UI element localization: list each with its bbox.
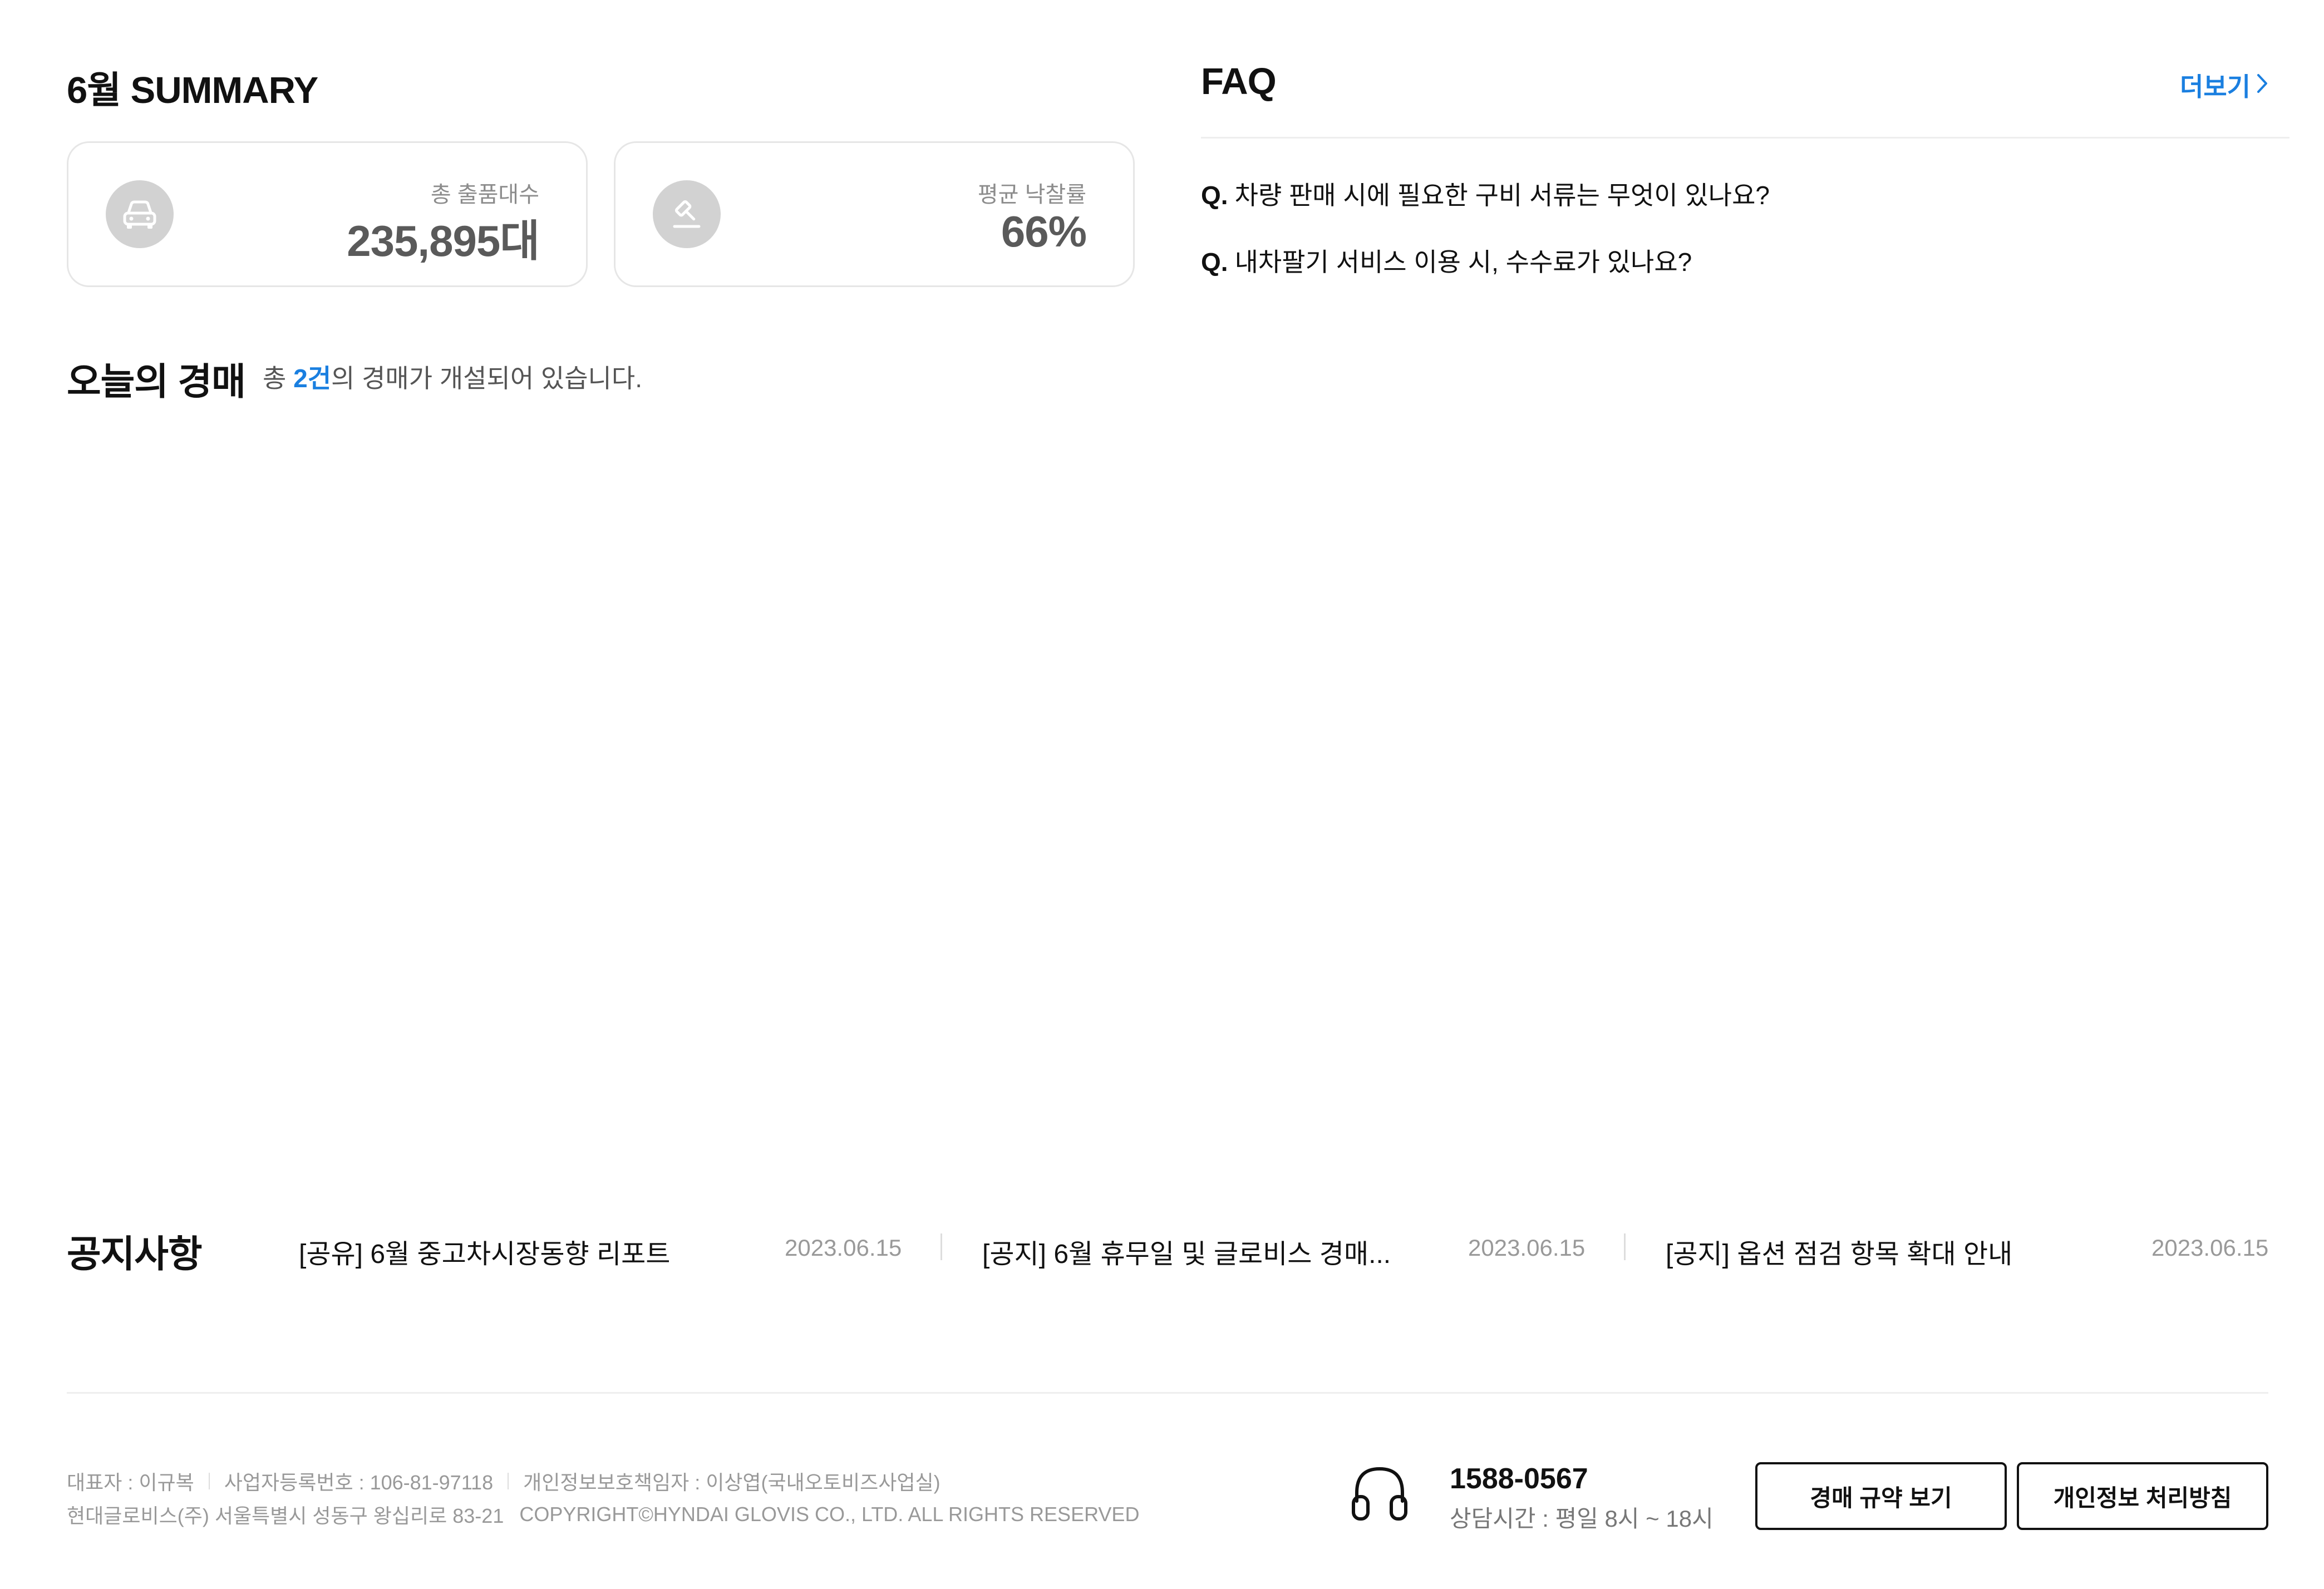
notice-separator: [941, 1233, 942, 1260]
cs-phone-number: 1588-0567: [1450, 1463, 1588, 1495]
summary-card-winrate: 평균 낙찰률 66%: [614, 141, 1135, 287]
footer-divider: [67, 1392, 2268, 1394]
cs-hours: 상담시간 : 평일 8시 ~ 18시: [1450, 1506, 1714, 1532]
winrate-label: 평균 낙찰률: [977, 182, 1086, 207]
today-count: 2건: [293, 364, 332, 393]
notice-link[interactable]: [공유] 6월 중고차시장동향 리포트: [299, 1232, 670, 1271]
faq-more-label: 더보기: [2180, 72, 2251, 101]
company-info-line2: 현대글로비스(주) 서울특별시 성동구 왕십리로 83-21 COPYRIGHT©…: [67, 1500, 1139, 1529]
biz-number: 사업자등록번호 : 106-81-97118: [224, 1471, 494, 1494]
today-prefix: 총: [263, 364, 294, 393]
car-icon: [106, 180, 174, 248]
copyright: COPYRIGHT©HYNDAI GLOVIS CO., LTD. ALL RI…: [519, 1503, 1140, 1526]
winrate-value: 66%: [1001, 207, 1087, 256]
privacy-officer: 개인정보보호책임자 : 이상엽(국내오토비즈사업실): [523, 1471, 941, 1494]
faq-more-link[interactable]: 더보기: [2180, 67, 2268, 103]
faq-title: FAQ: [1201, 61, 1277, 102]
faq-question: 내차팔기 서비스 이용 시, 수수료가 있나요?: [1234, 248, 1692, 277]
today-auction-title: 오늘의 경매: [67, 361, 246, 403]
notice-link[interactable]: [공지] 옵션 점검 항목 확대 안내: [1666, 1232, 2012, 1271]
listings-label: 총 출품대수: [430, 182, 539, 207]
today-auction-desc: 총 2건의 경매가 개설되어 있습니다.: [263, 358, 642, 395]
company-address: 현대글로비스(주) 서울특별시 성동구 왕십리로 83-21: [67, 1504, 504, 1527]
chevron-right-icon: [2256, 70, 2268, 100]
company-info-line1: 대표자 : 이규복 사업자등록번호 : 106-81-97118 개인정보보호책임자…: [67, 1467, 941, 1496]
notice-date: 2023.06.15: [2151, 1235, 2269, 1261]
today-suffix: 의 경매가 개설되어 있습니다.: [331, 364, 642, 393]
notice-date: 2023.06.15: [785, 1235, 902, 1261]
faq-question: 차량 판매 시에 필요한 구비 서류는 무엇이 있나요?: [1234, 181, 1770, 210]
listings-value: 235,895대: [347, 216, 540, 265]
ceo-info: 대표자 : 이규복: [67, 1471, 194, 1494]
summary-title: 6월 SUMMARY: [67, 70, 318, 111]
privacy-policy-button[interactable]: 개인정보 처리방침: [2017, 1462, 2268, 1530]
faq-q-mark: Q.: [1201, 248, 1228, 277]
notice-date: 2023.06.15: [1468, 1235, 1586, 1261]
notice-title: 공지사항: [67, 1233, 203, 1275]
auction-hammer-icon: [653, 180, 721, 248]
notice-link[interactable]: [공지] 6월 휴무일 및 글로비스 경매...: [982, 1232, 1391, 1271]
faq-item[interactable]: Q. 내차팔기 서비스 이용 시, 수수료가 있나요?: [1201, 242, 1692, 279]
auction-terms-button[interactable]: 경매 규약 보기: [1755, 1462, 2007, 1530]
notice-separator: [1624, 1233, 1626, 1260]
faq-item[interactable]: Q. 차량 판매 시에 필요한 구비 서류는 무엇이 있나요?: [1201, 175, 1770, 212]
headset-icon: [1349, 1462, 1410, 1527]
faq-q-mark: Q.: [1201, 181, 1228, 210]
faq-divider: [1201, 137, 2289, 139]
summary-card-listings: 총 출품대수 235,895대: [67, 141, 588, 287]
